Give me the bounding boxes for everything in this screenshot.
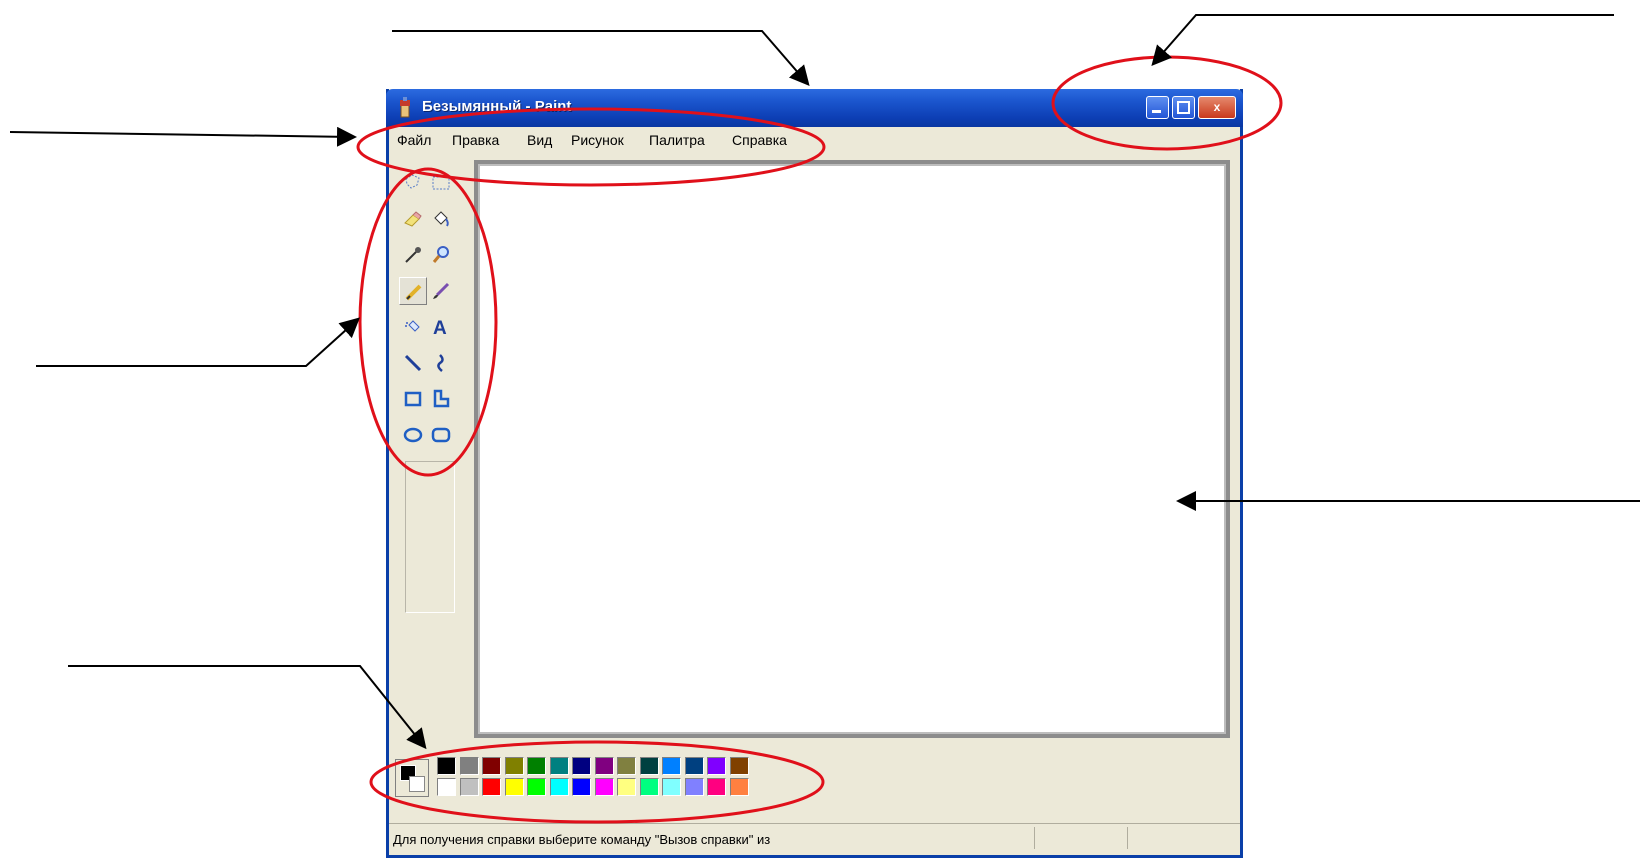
tool-free-form-select[interactable] bbox=[399, 169, 427, 197]
fill-bucket-icon bbox=[434, 211, 449, 227]
palette-swatch[interactable] bbox=[729, 757, 749, 775]
window-title: Безымянный - Paint bbox=[422, 98, 572, 115]
palette-swatch[interactable] bbox=[617, 778, 636, 796]
tool-pencil[interactable] bbox=[399, 277, 427, 305]
tool-brush[interactable] bbox=[427, 277, 455, 305]
eraser-icon bbox=[404, 211, 422, 227]
tool-fill[interactable] bbox=[427, 205, 455, 233]
palette-swatch[interactable] bbox=[572, 757, 591, 775]
status-bar: Для получения справки выберите команду "… bbox=[389, 823, 1240, 854]
status-divider bbox=[1127, 827, 1128, 849]
free-form-select-icon bbox=[405, 174, 420, 189]
svg-text:A: A bbox=[433, 318, 447, 337]
line-icon bbox=[404, 354, 422, 372]
status-text: Для получения справки выберите команду "… bbox=[393, 832, 771, 847]
menu-colors[interactable]: Палитра bbox=[649, 132, 705, 148]
palette-swatch[interactable] bbox=[662, 757, 681, 775]
background-color[interactable] bbox=[409, 776, 425, 792]
palette-swatch[interactable] bbox=[594, 757, 614, 775]
maximize-icon bbox=[1177, 101, 1190, 114]
palette-swatch[interactable] bbox=[459, 778, 479, 796]
close-icon: x bbox=[1213, 100, 1221, 114]
palette-swatch[interactable] bbox=[572, 778, 591, 796]
palette-swatch[interactable] bbox=[437, 757, 456, 775]
palette-swatch[interactable] bbox=[504, 778, 524, 796]
tool-curve[interactable] bbox=[427, 349, 455, 377]
polygon-icon bbox=[433, 389, 450, 408]
tool-rectangle[interactable] bbox=[399, 385, 427, 413]
palette-swatch[interactable] bbox=[459, 757, 479, 775]
palette-swatch[interactable] bbox=[684, 778, 704, 796]
minimize-icon bbox=[1152, 110, 1161, 113]
arrow-palette bbox=[68, 665, 427, 750]
tool-rectangle-select[interactable] bbox=[427, 169, 455, 197]
palette-swatch[interactable] bbox=[617, 757, 636, 775]
palette-swatch[interactable] bbox=[437, 778, 456, 796]
menu-file[interactable]: Файл bbox=[397, 132, 431, 148]
arrow-toolbox bbox=[36, 317, 360, 367]
canvas-area bbox=[474, 160, 1230, 738]
menu-image[interactable]: Рисунок bbox=[571, 132, 624, 148]
tool-ellipse[interactable] bbox=[399, 421, 427, 449]
brush-icon bbox=[433, 282, 450, 299]
tool-polygon[interactable] bbox=[427, 385, 455, 413]
menu-bar: Файл Правка Вид Рисунок Палитра Справка bbox=[389, 127, 1240, 153]
tool-options-box[interactable] bbox=[405, 461, 455, 613]
ellipse-icon bbox=[403, 427, 423, 443]
palette-swatch[interactable] bbox=[482, 778, 501, 796]
arrow-window-controls bbox=[1151, 14, 1614, 67]
curve-icon bbox=[437, 354, 444, 372]
text-icon: A bbox=[433, 318, 447, 337]
magnifier-icon bbox=[432, 246, 449, 263]
rectangle-icon bbox=[404, 391, 422, 407]
current-colors[interactable] bbox=[395, 759, 429, 797]
toolbox: A bbox=[393, 169, 457, 613]
tool-eraser[interactable] bbox=[399, 205, 427, 233]
maximize-button[interactable] bbox=[1172, 96, 1195, 119]
rectangle-select-icon bbox=[432, 176, 450, 190]
palette-swatch[interactable] bbox=[527, 757, 546, 775]
tool-text[interactable]: A bbox=[427, 313, 455, 341]
pencil-icon bbox=[405, 284, 422, 301]
paint-app-icon bbox=[400, 97, 410, 118]
palette-swatch[interactable] bbox=[729, 778, 749, 796]
tool-color-picker[interactable] bbox=[399, 241, 427, 269]
palette-swatch[interactable] bbox=[684, 757, 704, 775]
palette-swatch[interactable] bbox=[707, 778, 726, 796]
status-divider bbox=[1034, 827, 1035, 849]
palette-swatch[interactable] bbox=[639, 778, 659, 796]
title-bar[interactable]: Безымянный - Paint x bbox=[386, 89, 1243, 127]
tool-line[interactable] bbox=[399, 349, 427, 377]
palette-swatch[interactable] bbox=[527, 778, 546, 796]
paint-window: Безымянный - Paint x Файл Правка Вид Рис… bbox=[386, 89, 1243, 858]
palette-swatch[interactable] bbox=[549, 778, 569, 796]
palette-swatch[interactable] bbox=[662, 778, 681, 796]
arrow-title-bar bbox=[392, 30, 810, 87]
palette-swatch[interactable] bbox=[549, 757, 569, 775]
menu-view[interactable]: Вид bbox=[527, 132, 552, 148]
airbrush-icon bbox=[405, 320, 420, 332]
drawing-canvas[interactable] bbox=[478, 164, 1226, 734]
color-palette bbox=[389, 745, 1240, 807]
tool-magnifier[interactable] bbox=[427, 241, 455, 269]
color-picker-icon bbox=[405, 247, 421, 263]
palette-swatch[interactable] bbox=[504, 757, 524, 775]
palette-swatch[interactable] bbox=[707, 757, 726, 775]
menu-help[interactable]: Справка bbox=[732, 132, 787, 148]
arrow-menu-bar bbox=[9, 126, 357, 147]
close-button[interactable]: x bbox=[1198, 96, 1236, 119]
menu-edit[interactable]: Правка bbox=[452, 132, 499, 148]
palette-swatch[interactable] bbox=[639, 757, 659, 775]
palette-swatch[interactable] bbox=[482, 757, 501, 775]
palette-swatch[interactable] bbox=[594, 778, 614, 796]
minimize-button[interactable] bbox=[1146, 96, 1169, 119]
tool-rounded-rectangle[interactable] bbox=[427, 421, 455, 449]
tool-airbrush[interactable] bbox=[399, 313, 427, 341]
rounded-rectangle-icon bbox=[431, 427, 451, 443]
